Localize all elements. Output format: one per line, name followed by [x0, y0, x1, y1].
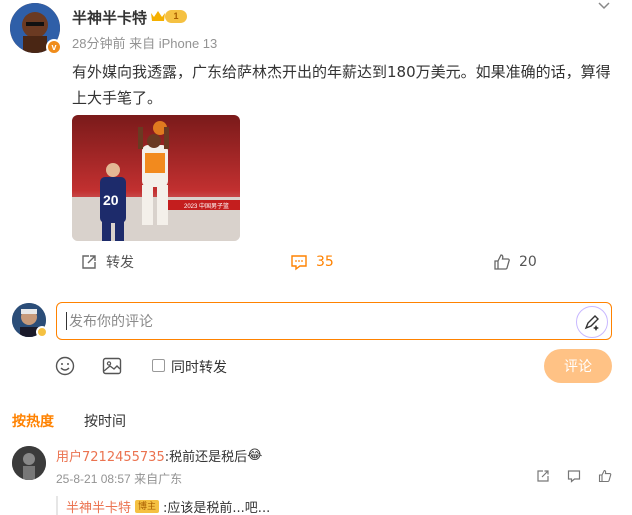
pen-sparkle-icon	[584, 315, 599, 331]
repost-icon	[82, 255, 96, 269]
thumbs-up-icon	[494, 254, 510, 270]
reply-divider	[56, 496, 58, 515]
post-meta: 28分钟前 来自 iPhone 13	[72, 33, 217, 52]
comment-input-box[interactable]	[56, 302, 612, 340]
author-name[interactable]: 半神半卡特	[72, 7, 147, 28]
image-caption: 2023 中国男子篮	[184, 202, 229, 210]
verified-badge: v	[46, 39, 62, 55]
comment-input[interactable]	[57, 303, 557, 339]
crown-icon	[151, 11, 165, 21]
commenter-avatar[interactable]	[12, 446, 46, 480]
sync-repost-checkbox[interactable]	[152, 359, 165, 372]
author-badge: 博主	[135, 500, 160, 513]
repost-icon[interactable]	[536, 469, 550, 483]
chevron-down-icon[interactable]	[597, 0, 611, 12]
repost-button[interactable]: 转发	[80, 251, 134, 273]
submit-comment-button[interactable]: 评论	[544, 349, 612, 383]
member-badge	[36, 326, 48, 338]
comment-meta: 25-8-21 08:57 来自广东	[56, 470, 182, 487]
image-icon[interactable]	[102, 356, 122, 376]
reply-author-name[interactable]: 半神半卡特	[66, 497, 131, 515]
reply-line: 半神半卡特 博主 :应该是税前...吧...	[66, 497, 270, 515]
text-caret	[66, 312, 67, 330]
post-text: 有外媒向我透露，广东给萨林杰开出的年薪达到180万美元。如果准确的话，算得上大手…	[72, 63, 611, 107]
sync-repost-label[interactable]: 同时转发	[171, 357, 227, 377]
laughing-emoji-icon: 😂	[247, 448, 263, 463]
comment-count: 35	[316, 254, 334, 270]
comment-icon	[291, 255, 307, 271]
commenter-name[interactable]: 用户7212455735	[56, 446, 165, 465]
jersey-number: 20	[103, 192, 119, 208]
emoji-icon[interactable]	[55, 356, 75, 376]
repost-label: 转发	[106, 255, 134, 271]
sort-by-hot-tab[interactable]: 按热度	[12, 411, 54, 431]
comment-source: 来自广东	[134, 472, 183, 486]
comment-text: :税前还是税后	[164, 450, 248, 465]
comment-line: 用户7212455735 :税前还是税后 😂	[56, 446, 262, 465]
like-count: 20	[519, 254, 537, 270]
comment-button[interactable]: 35	[290, 251, 334, 273]
level-badge: 1	[165, 10, 187, 23]
reply-icon[interactable]	[567, 469, 581, 483]
thumbs-up-icon[interactable]	[598, 469, 612, 483]
sort-by-time-tab[interactable]: 按时间	[84, 411, 126, 431]
comment-time: 25-8-21 08:57	[56, 472, 131, 486]
like-button[interactable]: 20	[493, 251, 537, 273]
post-image[interactable]: 2023 中国男子篮 20	[72, 115, 240, 241]
ai-write-button[interactable]	[576, 306, 608, 338]
post-source: 来自 iPhone 13	[129, 36, 218, 51]
post-time[interactable]: 28分钟前	[72, 36, 125, 51]
reply-text: :应该是税前...吧...	[163, 501, 271, 515]
